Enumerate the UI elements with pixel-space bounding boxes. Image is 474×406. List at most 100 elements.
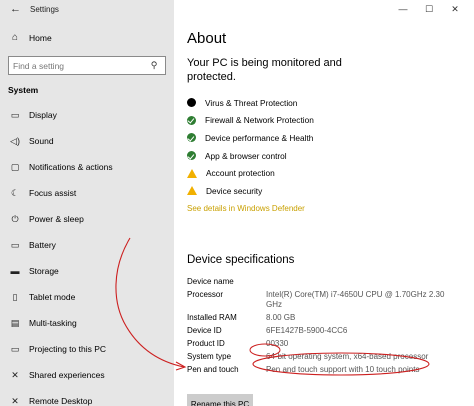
sidebar-item-label: Tablet mode bbox=[29, 292, 76, 302]
display-icon: ▭ bbox=[10, 109, 20, 120]
minimize-button[interactable]: — bbox=[390, 0, 416, 18]
sidebar-item-label: Notifications & actions bbox=[29, 162, 113, 172]
spec-key: System type bbox=[187, 352, 232, 361]
sidebar-item-display[interactable]: ▭ Display bbox=[8, 102, 168, 128]
spec-value: Pen and touch support with 10 touch poin… bbox=[266, 365, 420, 374]
close-button[interactable]: ✕ bbox=[442, 0, 468, 18]
status-label: Device security bbox=[206, 185, 263, 196]
title-bar: ← Settings — ☐ ✕ bbox=[0, 0, 474, 18]
home-icon: ⌂ bbox=[11, 32, 19, 43]
warning-icon bbox=[187, 186, 197, 196]
sidebar-item-focus-assist[interactable]: ☾ Focus assist bbox=[8, 180, 168, 206]
page-title: About bbox=[187, 30, 227, 47]
home-label: Home bbox=[29, 32, 52, 43]
spec-row-processor: Processor Intel(R) Core(TM) i7-4650U CPU … bbox=[187, 290, 467, 310]
check-circle-icon bbox=[187, 115, 196, 125]
sidebar-item-power-sleep[interactable]: ⏻ Power & sleep bbox=[8, 206, 168, 232]
sidebar-item-label: Battery bbox=[29, 240, 56, 250]
defender-details-link[interactable]: See details in Windows Defender bbox=[187, 204, 305, 213]
sidebar-item-shared-experiences[interactable]: ✕ Shared experiences bbox=[8, 362, 168, 388]
status-label: App & browser control bbox=[205, 150, 287, 161]
sidebar-item-label: Projecting to this PC bbox=[29, 344, 107, 354]
search-input[interactable] bbox=[9, 60, 145, 71]
status-item-device-security: Device security bbox=[187, 182, 457, 200]
shared-experiences-icon: ✕ bbox=[11, 369, 19, 380]
sidebar-item-label: Focus assist bbox=[29, 188, 77, 198]
remote-desktop-icon: ✕ bbox=[11, 395, 19, 406]
sidebar: ⌂ Home ⚲ System ▭ Display ◁) Sound ▢ Notifi… bbox=[0, 18, 174, 406]
protection-status-text: Your PC is being monitored and protected… bbox=[187, 57, 342, 83]
main-content: About Your PC is being monitored and pro… bbox=[174, 18, 474, 406]
sidebar-item-storage[interactable]: ▬ Storage bbox=[8, 258, 168, 284]
maximize-button[interactable]: ☐ bbox=[416, 0, 442, 18]
sidebar-item-notifications[interactable]: ▢ Notifications & actions bbox=[8, 154, 168, 180]
status-item-device-performance: Device performance & Health bbox=[187, 129, 457, 147]
sidebar-item-tablet-mode[interactable]: ▯ Tablet mode bbox=[8, 284, 168, 310]
device-specifications-heading: Device specifications bbox=[187, 254, 295, 266]
spec-value: 64-bit operating system, x64-based proce… bbox=[266, 352, 429, 361]
storage-icon: ▬ bbox=[10, 266, 20, 276]
tablet-mode-icon: ▯ bbox=[12, 291, 18, 302]
spec-value: Intel(R) Core(TM) i7-4650U CPU @ 1.70GHz… bbox=[266, 290, 445, 309]
nav-list: ▭ Display ◁) Sound ▢ Notifications & action… bbox=[8, 102, 168, 406]
spec-key: Device name bbox=[187, 277, 234, 286]
spec-row-device-name: Device name bbox=[187, 277, 467, 287]
sidebar-item-label: Display bbox=[29, 110, 57, 120]
spec-value bbox=[266, 277, 461, 287]
sidebar-item-projecting[interactable]: ▭ Projecting to this PC bbox=[8, 336, 168, 362]
section-heading-system: System bbox=[8, 85, 39, 95]
home-nav-item[interactable]: ⌂ Home bbox=[8, 32, 52, 43]
spec-key: Product ID bbox=[187, 339, 225, 348]
spec-row-installed-ram: Installed RAM 8.00 GB bbox=[187, 313, 467, 323]
search-box[interactable]: ⚲ bbox=[8, 56, 166, 75]
title-bar-left: ← Settings bbox=[0, 0, 174, 18]
spec-row-pen-touch: Pen and touch Pen and touch support with … bbox=[187, 365, 467, 375]
focus-assist-icon: ☾ bbox=[10, 187, 20, 198]
spec-key: Pen and touch bbox=[187, 365, 239, 374]
status-label: Device performance & Health bbox=[205, 132, 314, 143]
sidebar-item-label: Sound bbox=[29, 136, 54, 146]
projecting-icon: ▭ bbox=[10, 343, 20, 354]
spec-row-system-type: System type 64-bit operating system, x64-… bbox=[187, 352, 467, 362]
status-label: Virus & Threat Protection bbox=[205, 97, 298, 108]
multitasking-icon: ▤ bbox=[10, 317, 20, 328]
status-item-account-protection: Account protection bbox=[187, 164, 457, 182]
check-circle-icon bbox=[187, 151, 196, 161]
spec-key: Device ID bbox=[187, 326, 222, 335]
spec-row-device-id: Device ID 6FE1427B-5900-4CC6 bbox=[187, 326, 467, 336]
status-dot-icon bbox=[187, 98, 196, 108]
sidebar-item-label: Storage bbox=[29, 266, 59, 276]
status-label: Firewall & Network Protection bbox=[205, 115, 314, 126]
sidebar-item-battery[interactable]: ▭ Battery bbox=[8, 232, 168, 258]
notifications-icon: ▢ bbox=[10, 161, 20, 172]
title-bar-right: — ☐ ✕ bbox=[174, 0, 474, 18]
sidebar-item-label: Remote Desktop bbox=[29, 396, 93, 406]
spec-key: Installed RAM bbox=[187, 313, 237, 322]
spec-key: Processor bbox=[187, 290, 224, 299]
sidebar-item-multitasking[interactable]: ▤ Multi-tasking bbox=[8, 310, 168, 336]
device-specifications-table: Device name Processor Intel(R) Core(TM) i… bbox=[187, 277, 467, 378]
sidebar-item-remote-desktop[interactable]: ✕ Remote Desktop bbox=[8, 388, 168, 406]
spec-value: 6FE1427B-5900-4CC6 bbox=[266, 326, 348, 335]
check-circle-icon bbox=[187, 133, 196, 143]
status-item-app-browser: App & browser control bbox=[187, 147, 457, 165]
spec-row-product-id: Product ID 00330 bbox=[187, 339, 467, 349]
sidebar-item-label: Power & sleep bbox=[29, 214, 84, 224]
power-icon: ⏻ bbox=[11, 213, 19, 224]
spec-value: 00330 bbox=[266, 339, 289, 348]
rename-pc-button[interactable]: Rename this PC bbox=[187, 394, 253, 406]
battery-icon: ▭ bbox=[10, 239, 20, 250]
sidebar-item-sound[interactable]: ◁) Sound bbox=[8, 128, 168, 154]
security-status-list: Virus & Threat Protection Firewall & Net… bbox=[187, 94, 457, 200]
sound-icon: ◁) bbox=[10, 135, 20, 146]
sidebar-item-label: Multi-tasking bbox=[29, 318, 77, 328]
spec-value: 8.00 GB bbox=[266, 313, 296, 322]
window-controls: — ☐ ✕ bbox=[390, 0, 468, 18]
status-label: Account protection bbox=[206, 168, 275, 179]
sidebar-item-label: Shared experiences bbox=[29, 370, 105, 380]
back-arrow-icon[interactable]: ← bbox=[0, 0, 24, 18]
status-item-firewall: Firewall & Network Protection bbox=[187, 112, 457, 130]
window-title: Settings bbox=[30, 4, 59, 14]
status-item-virus: Virus & Threat Protection bbox=[187, 94, 457, 112]
search-icon[interactable]: ⚲ bbox=[145, 60, 163, 71]
